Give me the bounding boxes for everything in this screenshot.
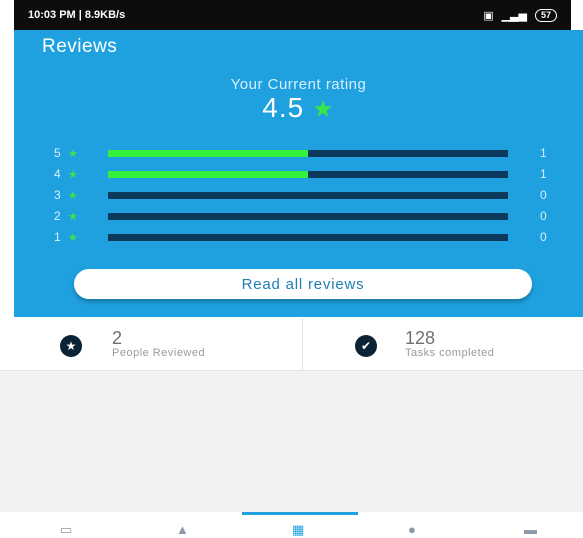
grid-icon: ▦ <box>292 522 305 537</box>
battery-icon: 57 <box>534 8 557 22</box>
rating-bar-track <box>108 149 508 157</box>
rating-bar-fill <box>108 170 308 178</box>
nav-item-bell[interactable]: ▲ <box>126 512 242 537</box>
rating-bar-label: 4 <box>54 167 61 181</box>
nav-item-grid[interactable]: ▦ <box>242 512 358 537</box>
read-all-reviews-button[interactable]: Read all reviews <box>74 269 532 299</box>
rating-bar-label: 2 <box>54 209 61 223</box>
rating-value-row: 4.5 ★ <box>14 92 583 124</box>
rating-bar-count: 0 <box>540 230 547 244</box>
reviews-header: Reviews Your Current rating 4.5 ★ 5 ★ 1 4 ★ 1 3… <box>14 30 583 317</box>
rating-bar-label: 5 <box>54 146 61 160</box>
rating-bar-row: 4 ★ 1 <box>54 167 554 181</box>
people-reviewed-count: 2 <box>112 328 123 348</box>
nav-item-person[interactable]: ● <box>358 512 474 537</box>
status-right-icons: ▣ ▁▃▅ 57 <box>483 8 557 22</box>
rating-bar-row: 5 ★ 1 <box>54 146 554 160</box>
rating-caption: Your Current rating <box>230 76 367 93</box>
rating-bar-row: 2 ★ 0 <box>54 209 554 223</box>
rating-bar-count: 0 <box>540 209 547 223</box>
calendar-icon: ▭ <box>60 522 73 537</box>
rating-bar-row: 3 ★ 0 <box>54 188 554 202</box>
rating-bar-track <box>108 191 508 199</box>
tasks-completed-count: 128 <box>405 328 436 348</box>
page-title: Reviews <box>42 36 118 57</box>
star-icon: ★ <box>68 189 78 202</box>
bottom-nav: ▭ ▲ ▦ ● ▬ <box>0 512 583 537</box>
sim-icon: ▣ <box>483 9 494 22</box>
star-badge-icon: ★ <box>60 335 82 357</box>
nav-item-chat[interactable]: ▬ <box>474 512 583 537</box>
rating-bar-track <box>108 212 508 220</box>
star-icon: ★ <box>68 231 78 244</box>
status-time-speed: 10:03 PM | 8.9KB/s <box>28 9 126 21</box>
star-icon: ★ <box>68 168 78 181</box>
star-icon: ★ <box>68 210 78 223</box>
rating-bar-label: 3 <box>54 188 61 202</box>
people-reviewed-stat: ★ 2 People Reviewed <box>0 318 302 370</box>
rating-bar-track <box>108 233 508 241</box>
rating-bar-label: 1 <box>54 230 61 244</box>
rating-bar-count: 1 <box>540 167 547 181</box>
rating-bar-count: 0 <box>540 188 547 202</box>
rating-value: 4.5 <box>262 92 305 123</box>
rating-bar-count: 1 <box>540 146 547 160</box>
content-area <box>0 371 583 512</box>
status-bar: 10:03 PM | 8.9KB/s ▣ ▁▃▅ 57 <box>14 0 571 30</box>
people-reviewed-label: People Reviewed <box>112 347 206 359</box>
star-icon: ★ <box>312 96 335 123</box>
rating-bar-row: 1 ★ 0 <box>54 230 554 244</box>
signal-icon: ▁▃▅ <box>501 9 527 22</box>
stats-row: ★ 2 People Reviewed ✔ 128 Tasks complete… <box>0 318 583 371</box>
rating-bar-track <box>108 170 508 178</box>
tasks-completed-label: Tasks completed <box>405 347 495 359</box>
star-icon: ★ <box>68 147 78 160</box>
rating-bar-fill <box>108 149 308 157</box>
check-circle-icon: ✔ <box>355 335 377 357</box>
tasks-completed-stat: ✔ 128 Tasks completed <box>303 318 583 370</box>
nav-item-calendar[interactable]: ▭ <box>10 512 126 537</box>
